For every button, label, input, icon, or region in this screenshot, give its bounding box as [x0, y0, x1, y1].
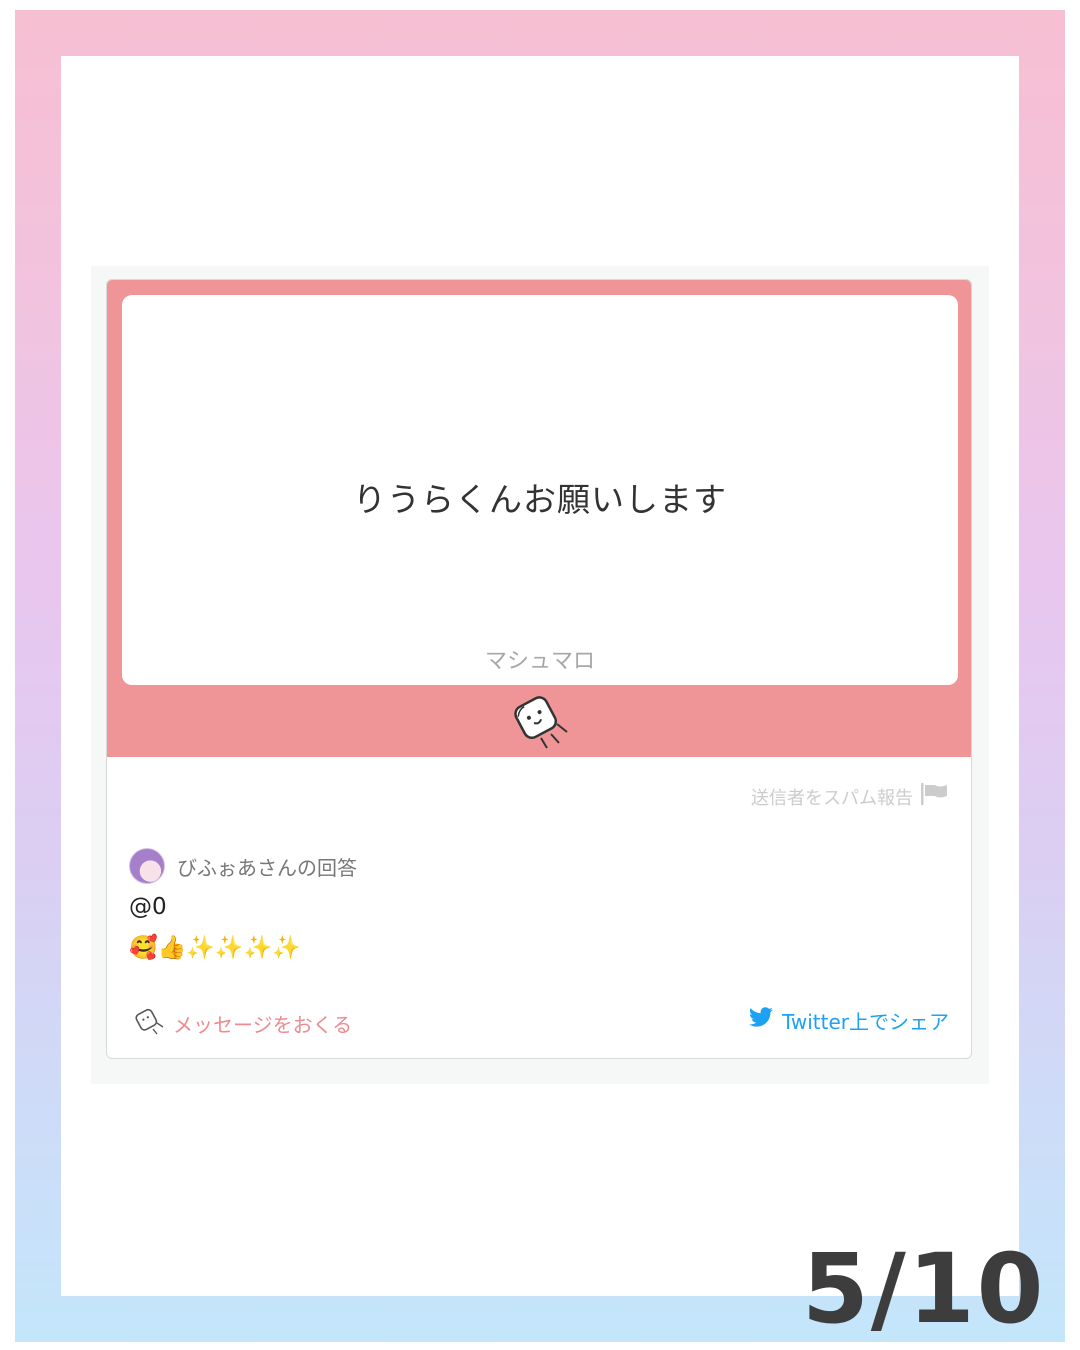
answer-text-line-2: 🥰👍✨✨✨✨: [129, 935, 301, 961]
spam-report-label: 送信者をスパム報告: [751, 787, 913, 809]
marshmallow-card: りうらくんお願いします マシュマロ 送信者をスパム報告 びふぉあさんの回答 @0…: [106, 279, 972, 1059]
twitter-bird-icon: [748, 1007, 774, 1034]
question-box: りうらくんお願いします マシュマロ: [122, 295, 958, 685]
twitter-share-link[interactable]: Twitter上でシェア: [748, 1006, 949, 1035]
avatar[interactable]: [129, 848, 165, 884]
question-text: りうらくんお願いします: [353, 480, 727, 519]
twitter-share-label: Twitter上でシェア: [781, 1010, 949, 1034]
question-panel: りうらくんお願いします マシュマロ: [107, 280, 971, 757]
marshmallow-icon: [133, 1006, 167, 1041]
brand-label: マシュマロ: [484, 649, 595, 674]
send-message-label: メッセージをおくる: [173, 1013, 353, 1037]
answer-text-line-1: @0: [129, 894, 167, 920]
send-message-link[interactable]: メッセージをおくる: [133, 1006, 352, 1041]
flag-icon: [919, 782, 949, 811]
marshmallow-mascot-icon: [507, 688, 573, 752]
answerer-row: びふぉあさんの回答: [129, 848, 357, 884]
answerer-label: びふぉあさんの回答: [177, 855, 357, 880]
spam-report-link[interactable]: 送信者をスパム報告: [751, 782, 949, 811]
page-counter: 5/10: [802, 1233, 1046, 1345]
